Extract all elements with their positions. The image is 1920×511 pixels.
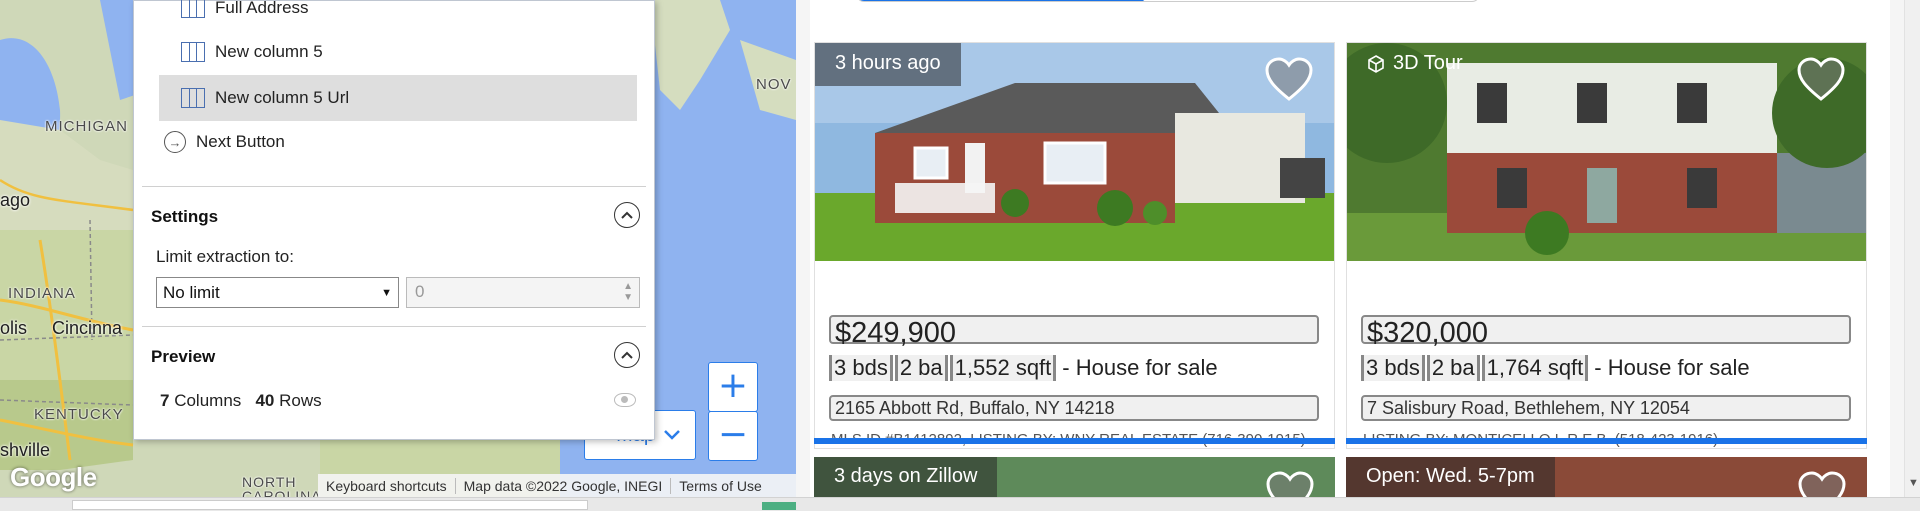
map-label-indiana: INDIANA: [8, 285, 76, 302]
chevron-up-icon: [621, 351, 633, 359]
listing-photo[interactable]: 3D Tour: [1347, 43, 1866, 261]
scroll-down-arrow-icon[interactable]: ▼: [1908, 477, 1919, 489]
listing-card[interactable]: 3D Tour $320,000 3 bds 2 ba 1,764 sqft -…: [1346, 42, 1867, 449]
view-toggle-active[interactable]: [857, 0, 1147, 1]
google-logo[interactable]: Google: [10, 462, 97, 493]
preview-collapse-button[interactable]: [614, 342, 640, 368]
view-toggle[interactable]: [856, 0, 1480, 2]
chevron-down-icon: [663, 424, 681, 447]
column-label: New column 5: [215, 42, 323, 61]
vertical-scrollbar[interactable]: ▼: [1904, 0, 1920, 497]
heart-icon[interactable]: [1264, 57, 1314, 103]
spinner-icon[interactable]: ▲ ▼: [623, 281, 633, 303]
limit-number-value: 0: [415, 282, 425, 301]
sqft-value: 1,552 sqft: [949, 355, 1057, 381]
divider: [142, 186, 646, 187]
columns-word: Columns: [174, 391, 242, 410]
limit-select[interactable]: No limit ▼: [156, 277, 399, 308]
map-label-kentucky: KENTUCKY: [34, 406, 124, 423]
map-label-michigan: MICHIGAN: [45, 118, 128, 135]
status-mark: [762, 502, 796, 510]
zoom-out-button[interactable]: −: [708, 411, 758, 461]
column-row-selected[interactable]: New column 5 Url: [159, 75, 637, 121]
listing-tag: Open: Wed. 5-7pm: [1346, 457, 1555, 497]
columns-count: 7: [160, 391, 170, 410]
preview-title: Preview: [151, 347, 216, 366]
listing-address[interactable]: 7 Salisbury Road, Bethlehem, NY 12054: [1361, 395, 1851, 421]
beds-value: 3 bds: [1361, 355, 1425, 381]
listing-tag-container: 3D Tour: [1347, 43, 1483, 86]
map-label-nova: NOV: [756, 76, 792, 93]
card-accent-bar: [814, 438, 1335, 444]
cube-3d-icon: [1368, 54, 1384, 73]
zoom-in-button[interactable]: +: [708, 362, 758, 412]
listing-facts: 3 bds 2 ba 1,764 sqft - House for sale: [1361, 355, 1750, 381]
dropdown-arrow-icon: ▼: [381, 286, 392, 299]
sqft-value: 1,764 sqft: [1481, 355, 1589, 381]
listing-card[interactable]: 3 days on Zillow: [814, 457, 1335, 497]
listing-type: - House for sale: [1594, 355, 1750, 380]
listing-card[interactable]: Open: Wed. 5-7pm: [1346, 457, 1867, 497]
heart-icon[interactable]: [1265, 471, 1315, 497]
app-root: MICHIGAN INDIANA KENTUCKY NOV NORTH CARO…: [0, 0, 1920, 511]
listing-type: - House for sale: [1062, 355, 1218, 380]
scrollbar-thumb[interactable]: [72, 500, 588, 510]
settings-collapse-button[interactable]: [614, 202, 640, 228]
map-city-partial: olis: [0, 318, 28, 338]
arrow-right-circle-icon: →: [164, 131, 186, 153]
card-accent-bar: [1346, 438, 1867, 444]
eye-icon[interactable]: [614, 393, 636, 407]
divider: [142, 326, 646, 327]
table-column-icon: [181, 88, 205, 108]
preview-stats: 7 Columns 40 Rows: [160, 391, 322, 411]
extraction-panel: Full Address New column 5 New column 5 U…: [133, 0, 655, 440]
next-button-label: Next Button: [196, 132, 285, 151]
map-footer: Keyboard shortcuts Map data ©2022 Google…: [318, 474, 796, 497]
listing-price: $320,000: [1361, 315, 1851, 349]
beds-value: 3 bds: [829, 355, 893, 381]
baths-value: 2 ba: [1426, 355, 1480, 381]
settings-title: Settings: [151, 207, 219, 226]
rows-word: Rows: [279, 391, 322, 410]
heart-icon[interactable]: [1796, 57, 1846, 103]
rows-count: 40: [255, 391, 275, 410]
listing-photo[interactable]: 3 hours ago: [815, 43, 1334, 261]
limit-label: Limit extraction to:: [156, 247, 294, 266]
keyboard-shortcuts-link[interactable]: Keyboard shortcuts: [318, 477, 456, 494]
limit-select-value: No limit: [163, 282, 220, 302]
listing-tag: 3 days on Zillow: [814, 457, 998, 497]
table-column-icon: [181, 42, 205, 62]
listings-area: 3 hours ago $249,900 3 bds 2 ba 1,552 sq…: [796, 0, 1904, 497]
table-column-icon: [181, 0, 205, 18]
horizontal-scrollbar[interactable]: [0, 497, 1920, 511]
listing-price: $249,900: [829, 315, 1319, 349]
column-label: Full Address: [215, 0, 309, 17]
terms-of-use-link[interactable]: Terms of Use: [671, 478, 769, 494]
next-button-row[interactable]: → Next Button: [164, 131, 285, 153]
map-city-nashville: shville: [0, 440, 51, 460]
baths-value: 2 ba: [894, 355, 948, 381]
column-row[interactable]: New column 5: [159, 29, 637, 75]
map-city-chicago: ago: [0, 190, 31, 210]
listing-tag: 3D Tour: [1393, 52, 1463, 74]
limit-number-input[interactable]: 0 ▲ ▼: [406, 277, 640, 308]
map-city-cincinnati: Cincinna: [52, 318, 123, 338]
map-data-attribution: Map data ©2022 Google, INEGI: [456, 477, 672, 494]
listing-tag: 3 hours ago: [815, 43, 961, 86]
column-row[interactable]: Full Address: [159, 0, 637, 31]
listings-container: 3 hours ago $249,900 3 bds 2 ba 1,552 sq…: [810, 0, 1890, 497]
heart-icon[interactable]: [1797, 471, 1847, 497]
listing-card[interactable]: 3 hours ago $249,900 3 bds 2 ba 1,552 sq…: [814, 42, 1335, 449]
listing-address[interactable]: 2165 Abbott Rd, Buffalo, NY 14218: [829, 395, 1319, 421]
chevron-up-icon: [621, 211, 633, 219]
column-label: New column 5 Url: [215, 88, 350, 107]
listing-facts: 3 bds 2 ba 1,552 sqft - House for sale: [829, 355, 1218, 381]
map-label-carolina: CAROLINA: [242, 488, 322, 497]
